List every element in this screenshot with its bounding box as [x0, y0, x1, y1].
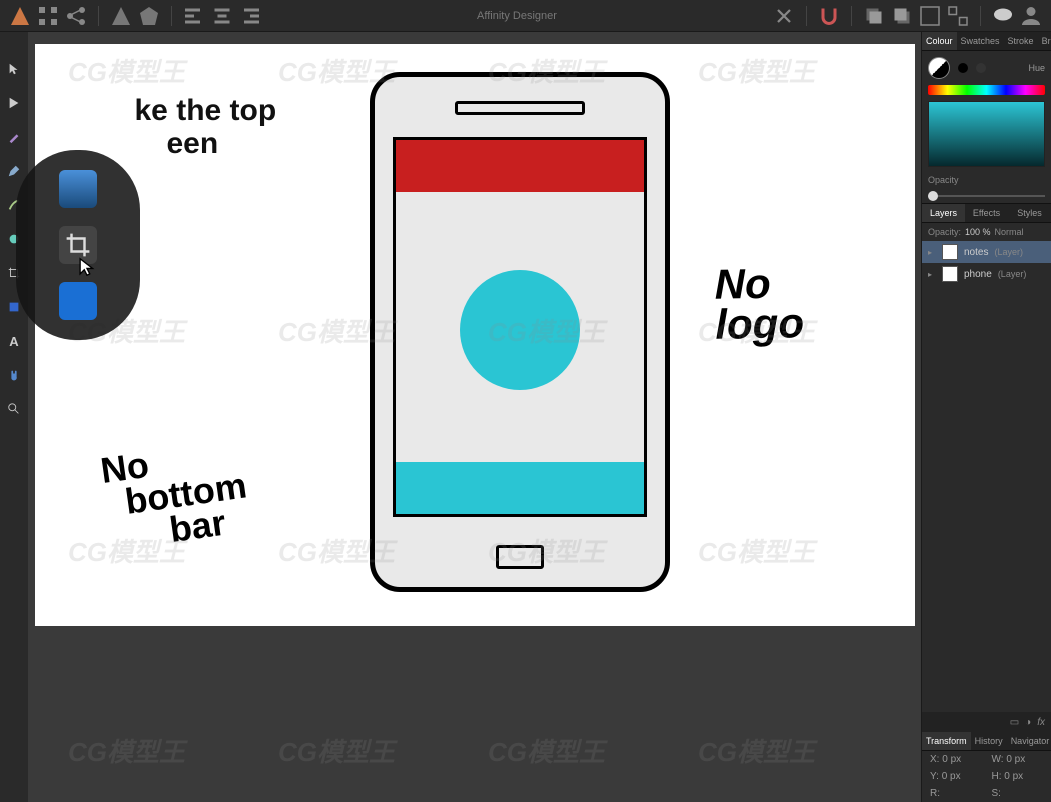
- ungroup-icon[interactable]: [946, 4, 970, 28]
- group-icon[interactable]: [918, 4, 942, 28]
- layers-panel: Layers Effects Styles Opacity: 100 % Nor…: [922, 203, 1051, 285]
- move-tool-icon[interactable]: [5, 60, 23, 78]
- layer-fx-icon[interactable]: fx: [1037, 717, 1045, 728]
- text-tool-icon[interactable]: A: [5, 332, 23, 350]
- chat-icon[interactable]: [991, 4, 1015, 28]
- order-back-icon[interactable]: [862, 4, 886, 28]
- tab-swatches[interactable]: Swatches: [957, 32, 1004, 50]
- phone-circle-cyan: [460, 270, 580, 390]
- fill-stroke-swatch-icon[interactable]: [928, 57, 950, 79]
- transform-w[interactable]: 0 px: [1006, 754, 1025, 765]
- tab-brush[interactable]: Brush: [1038, 32, 1051, 50]
- annotation-top-left: ke the top een: [135, 94, 277, 160]
- swatch-black-icon[interactable]: [958, 63, 968, 73]
- pencil-tool-icon[interactable]: [5, 162, 23, 180]
- transform-h[interactable]: 0 px: [1004, 771, 1023, 782]
- order-front-icon[interactable]: [890, 4, 914, 28]
- tab-colour[interactable]: Colour: [922, 32, 957, 50]
- dock-item-app-icon[interactable]: [59, 282, 97, 320]
- layer-row-notes[interactable]: ▸ notes (Layer): [922, 241, 1051, 263]
- tool-strip: A: [0, 32, 28, 802]
- annotation-no-logo: No logo: [714, 263, 804, 344]
- transform-y[interactable]: 0 px: [942, 771, 961, 782]
- transform-x[interactable]: 0 px: [942, 754, 961, 765]
- top-toolbar: Affinity Designer: [0, 0, 1051, 32]
- layer-name: phone: [964, 269, 992, 280]
- magnet-icon[interactable]: [817, 4, 841, 28]
- node-tool-icon[interactable]: [5, 94, 23, 112]
- layer-opacity-value[interactable]: 100 %: [965, 227, 991, 237]
- align-center-icon[interactable]: [210, 4, 234, 28]
- color-panel: Hue Opacity: [922, 51, 1051, 203]
- tab-transform[interactable]: Transform: [922, 732, 971, 750]
- share-icon[interactable]: [64, 4, 88, 28]
- layer-blend-dropdown[interactable]: Normal: [995, 227, 1024, 237]
- swatch-grey-icon[interactable]: [976, 63, 986, 73]
- layer-opacity-label: Opacity:: [928, 227, 961, 237]
- phone-body[interactable]: [370, 72, 670, 592]
- phone-home-button: [496, 545, 544, 569]
- pen-tool-icon[interactable]: [5, 128, 23, 146]
- layer-thumb-icon: [942, 244, 958, 260]
- transform-r-label: R:: [930, 788, 982, 799]
- tab-layers[interactable]: Layers: [922, 204, 965, 222]
- color-panel-tabs: Colour Swatches Stroke Brush: [922, 32, 1051, 51]
- tab-effects[interactable]: Effects: [965, 204, 1008, 222]
- phone-bottombar-cyan: [396, 462, 644, 514]
- layer-row-phone[interactable]: ▸ phone (Layer): [922, 263, 1051, 285]
- opacity-label: Opacity: [928, 175, 1045, 185]
- phone-topbar-red: [396, 140, 644, 192]
- phone-screen: [393, 137, 647, 517]
- opacity-slider[interactable]: [928, 195, 1045, 197]
- zoom-tool-icon[interactable]: [5, 400, 23, 418]
- hue-label: Hue: [1028, 63, 1045, 73]
- grid-icon[interactable]: [36, 4, 60, 28]
- app-logo-icon[interactable]: [8, 4, 32, 28]
- tab-styles[interactable]: Styles: [1008, 204, 1051, 222]
- layer-mask-icon[interactable]: ◑: [1025, 717, 1031, 728]
- canvas-viewport[interactable]: ke the top een No logo No bottom bar: [28, 32, 921, 802]
- dock-item-wallpaper-icon[interactable]: [59, 170, 97, 208]
- artboard[interactable]: ke the top een No logo No bottom bar: [35, 44, 915, 626]
- saturation-box[interactable]: [928, 101, 1045, 167]
- shape1-icon[interactable]: [109, 4, 133, 28]
- macos-dock-peek: [16, 150, 140, 340]
- layer-type: (Layer): [994, 247, 1023, 257]
- align-left-icon[interactable]: [182, 4, 206, 28]
- tab-navigator[interactable]: Navigator: [1007, 732, 1051, 750]
- shape2-icon[interactable]: [137, 4, 161, 28]
- layer-add-icon[interactable]: ▭: [1010, 717, 1019, 728]
- layer-name: notes: [964, 247, 988, 258]
- layer-type: (Layer): [998, 269, 1027, 279]
- user-icon[interactable]: [1019, 4, 1043, 28]
- window-title: Affinity Designer: [266, 10, 768, 22]
- cursor-icon: [76, 256, 98, 278]
- disclosure-arrow-icon[interactable]: ▸: [928, 270, 936, 279]
- snap-icon[interactable]: [772, 4, 796, 28]
- disclosure-arrow-icon[interactable]: ▸: [928, 248, 936, 257]
- transform-panel: ▭ ◑ fx Transform History Navigator X: 0 …: [922, 712, 1051, 802]
- layer-thumb-icon: [942, 266, 958, 282]
- transform-s-label: S:: [992, 788, 1044, 799]
- hue-slider[interactable]: [928, 85, 1045, 95]
- hand-tool-icon[interactable]: [5, 366, 23, 384]
- align-right-icon[interactable]: [238, 4, 262, 28]
- tab-stroke[interactable]: Stroke: [1004, 32, 1038, 50]
- annotation-no-bottom-bar: No bottom bar: [98, 435, 253, 556]
- phone-speaker: [455, 101, 585, 115]
- right-panel-stack: Colour Swatches Stroke Brush Hue Opacity…: [921, 32, 1051, 802]
- tab-history[interactable]: History: [971, 732, 1007, 750]
